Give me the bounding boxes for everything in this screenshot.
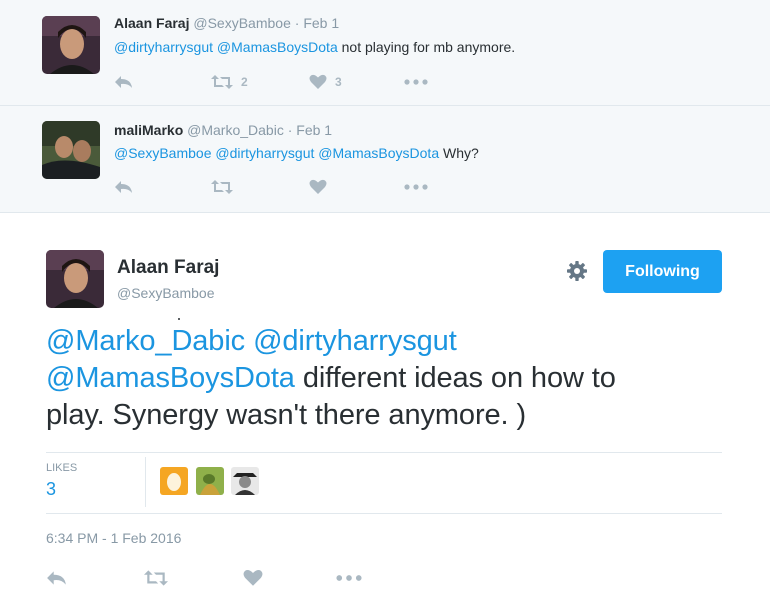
mention-link[interactable]: @dirtyharrysgut <box>114 39 213 55</box>
mention-link[interactable]: @MamasBoysDota <box>318 145 439 161</box>
username[interactable]: @SexyBamboe <box>193 15 290 31</box>
following-button[interactable]: Following <box>603 250 722 293</box>
fullname[interactable]: Alaan Faraj <box>114 15 189 31</box>
liker-avatar[interactable] <box>160 467 188 495</box>
like-count: 3 <box>335 75 342 89</box>
retweet-icon <box>144 569 168 587</box>
retweet-count: 2 <box>241 75 248 89</box>
mention-link[interactable]: @dirtyharrysgut <box>215 145 314 161</box>
settings-button[interactable] <box>565 259 589 283</box>
heart-icon <box>243 569 263 587</box>
gear-icon <box>565 261 589 287</box>
more-icon <box>336 569 362 587</box>
reply-button[interactable] <box>46 569 68 587</box>
more-button[interactable] <box>336 569 362 587</box>
mention-link[interactable]: @MamasBoysDota <box>217 39 338 55</box>
tweet-text-body: not playing for mb anymore. <box>341 39 516 55</box>
divider <box>46 513 722 514</box>
retweet-button[interactable]: 2 <box>211 74 248 90</box>
mention-link[interactable]: @SexyBamboe <box>114 145 211 161</box>
mention-link[interactable]: @dirtyharrysgut <box>253 325 457 357</box>
liker-avatar[interactable] <box>196 467 224 495</box>
ancestor-tweet-1[interactable]: Alaan Faraj @SexyBamboe · Feb 1 @dirtyha… <box>0 0 770 106</box>
likes-label: LIKES <box>46 462 78 474</box>
heart-icon <box>309 74 327 90</box>
retweet-icon <box>211 74 233 90</box>
more-button[interactable] <box>404 74 428 90</box>
liker-avatar[interactable] <box>231 467 259 495</box>
tweet-text: @Marko_Dabic @dirtyharrysgut @MamasBoysD… <box>46 323 736 434</box>
separator: · <box>287 122 293 138</box>
tweet-header: Alaan Faraj @SexyBamboe · Feb 1 <box>114 15 339 31</box>
username[interactable]: @Marko_Dabic <box>187 122 284 138</box>
tweet-text-body: different ideas on how to <box>302 362 616 394</box>
mention-link[interactable]: @Marko_Dabic <box>46 325 245 357</box>
like-button[interactable]: 3 <box>309 74 342 90</box>
more-button[interactable] <box>404 179 428 195</box>
likes-count: 3 <box>46 479 57 499</box>
more-icon <box>404 74 428 90</box>
avatar[interactable] <box>42 121 100 179</box>
avatar[interactable] <box>46 250 104 308</box>
avatar[interactable] <box>42 16 100 74</box>
mention-link[interactable]: @MamasBoysDota <box>46 362 295 394</box>
retweet-button[interactable] <box>144 569 168 587</box>
reply-button[interactable] <box>114 179 134 195</box>
tweet-text-body: Why? <box>443 145 479 161</box>
username[interactable]: @SexyBamboe <box>117 285 214 301</box>
more-icon <box>404 179 428 195</box>
retweet-button[interactable] <box>211 179 233 195</box>
tweet-header: maliMarko @Marko_Dabic · Feb 1 <box>114 122 332 138</box>
retweet-icon <box>211 179 233 195</box>
heart-icon <box>309 179 327 195</box>
reply-icon <box>114 179 134 195</box>
tweet-text-body: play. Synergy wasn't there anymore. ) <box>46 399 527 431</box>
fullname[interactable]: Alaan Faraj <box>117 257 219 279</box>
separator: · <box>294 15 300 31</box>
like-button[interactable] <box>243 569 263 587</box>
reply-button[interactable] <box>114 74 134 90</box>
tweet-timestamp: 6:34 PM - 1 Feb 2016 <box>46 530 182 546</box>
reply-icon <box>114 74 134 90</box>
timestamp[interactable]: Feb 1 <box>303 15 339 31</box>
like-button[interactable] <box>309 179 327 195</box>
ancestor-tweet-2[interactable]: maliMarko @Marko_Dabic · Feb 1 @SexyBamb… <box>0 106 770 213</box>
divider <box>46 452 722 453</box>
cursor-dot <box>178 318 180 320</box>
divider <box>145 457 146 507</box>
tweet-text: @dirtyharrysgut @MamasBoysDota not playi… <box>114 39 515 55</box>
fullname[interactable]: maliMarko <box>114 122 183 138</box>
tweet-text: @SexyBamboe @dirtyharrysgut @MamasBoysDo… <box>114 145 479 161</box>
timestamp[interactable]: Feb 1 <box>296 122 332 138</box>
reply-icon <box>46 569 68 587</box>
